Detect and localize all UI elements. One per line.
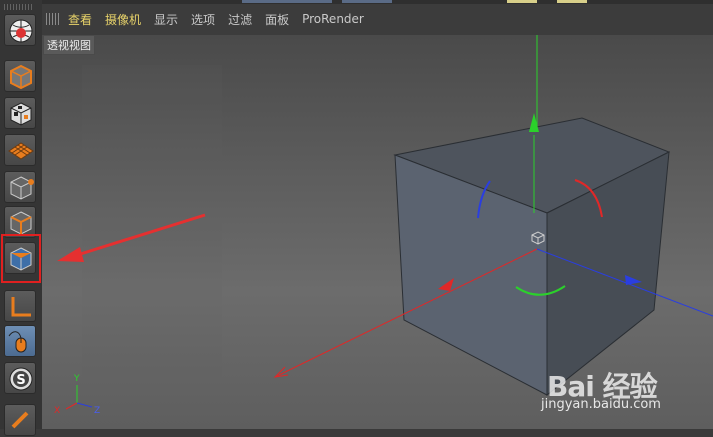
axis-label-z: Z [94,406,100,416]
top-toolbar-strip [42,0,713,4]
menu-display[interactable]: 显示 [154,11,178,28]
cube-object[interactable] [393,117,671,397]
texture-mode-button[interactable] [4,97,36,129]
cube-points-icon [10,176,34,200]
model-mode-button[interactable] [4,60,36,92]
axis-label-x: X [54,406,60,416]
snap-icon: S [9,367,33,391]
axis-mode-button[interactable] [4,290,36,322]
checker-cube-icon [10,102,32,126]
viewport-menubar: 查看 摄像机 显示 选项 过滤 面板 ProRender [42,0,713,36]
tweak-mode-button[interactable] [4,325,36,357]
highlight-box [1,234,41,283]
menu-bar: 查看 摄像机 显示 选项 过滤 面板 ProRender [42,8,377,30]
svg-text:S: S [16,373,25,388]
mouse-icon [8,331,27,353]
perspective-viewport[interactable]: 透视视图 Y X Z Bai 经验 jingyan.baidu.com [42,35,713,429]
menu-panel[interactable]: 面板 [265,11,289,28]
scene-globe-button[interactable] [4,14,36,46]
menu-prorender[interactable]: ProRender [302,12,364,26]
left-toolbar: S [0,0,43,436]
toolbar-grip[interactable] [4,4,34,10]
watermark-url: jingyan.baidu.com [541,397,661,412]
grid-plane-icon [8,142,34,160]
point-mode-button[interactable] [4,171,36,203]
menu-options[interactable]: 选项 [191,11,215,28]
axis-label-y: Y [73,374,80,384]
menu-grip[interactable] [46,13,60,25]
annotation-arrowhead [57,247,84,262]
globe-icon [9,19,33,43]
axis-icon [11,297,31,317]
cube-icon [10,64,32,90]
snap-button[interactable]: S [4,362,36,394]
brush-icon [11,411,29,429]
sculpt-button[interactable] [4,404,36,436]
workplane-button[interactable] [4,134,36,166]
menu-camera[interactable]: 摄像机 [105,11,141,28]
menu-view[interactable]: 查看 [68,11,92,28]
menu-filter[interactable]: 过滤 [228,11,252,28]
